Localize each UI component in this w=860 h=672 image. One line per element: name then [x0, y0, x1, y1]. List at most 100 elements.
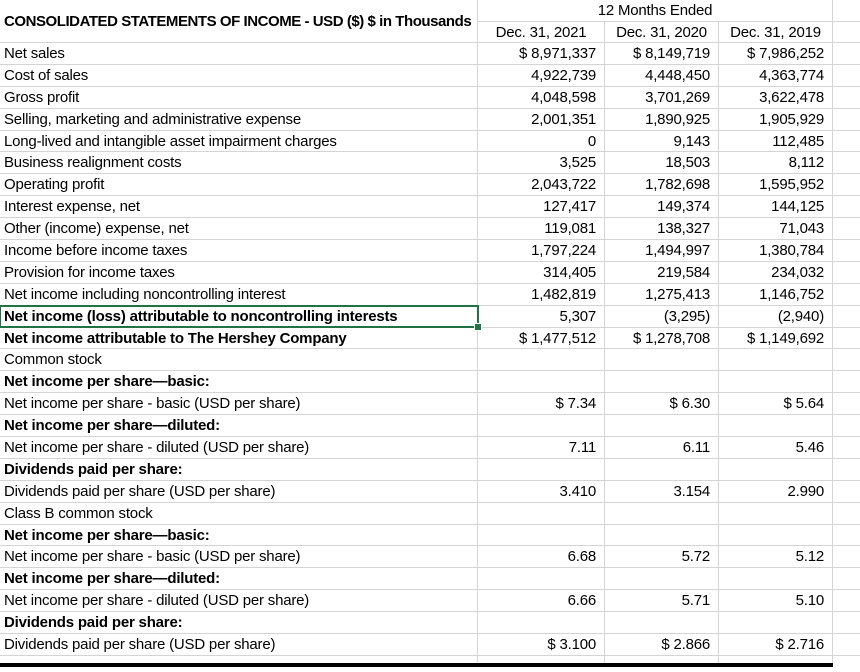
row-label-cell[interactable]: Operating profit — [0, 174, 478, 196]
empty-cell[interactable] — [833, 459, 860, 481]
empty-cell[interactable] — [833, 525, 860, 547]
value-cell[interactable]: $ 7,986,252 — [719, 43, 833, 65]
value-cell[interactable]: 7.11 — [478, 437, 605, 459]
row-label-cell[interactable]: Net income per share - diluted (USD per … — [0, 590, 478, 612]
empty-cell[interactable] — [833, 612, 860, 634]
value-cell[interactable] — [605, 459, 719, 481]
value-cell[interactable]: 5.71 — [605, 590, 719, 612]
value-cell[interactable]: 4,448,450 — [605, 65, 719, 87]
value-cell[interactable]: 2,001,351 — [478, 109, 605, 131]
row-label-cell[interactable]: Net income including noncontrolling inte… — [0, 284, 478, 306]
fill-handle[interactable] — [474, 323, 482, 331]
row-label-cell[interactable]: Dividends paid per share (USD per share) — [0, 481, 478, 503]
value-cell[interactable] — [605, 503, 719, 525]
row-label-cell[interactable]: Net income per share—diluted: — [0, 415, 478, 437]
row-label-cell[interactable]: Gross profit — [0, 87, 478, 109]
column-header-2020[interactable]: Dec. 31, 2020 — [605, 22, 719, 43]
value-cell[interactable]: 4,363,774 — [719, 65, 833, 87]
column-header-2021[interactable]: Dec. 31, 2021 — [478, 22, 605, 43]
value-cell[interactable]: 219,584 — [605, 262, 719, 284]
empty-cell[interactable] — [833, 328, 860, 350]
title-cell[interactable]: CONSOLIDATED STATEMENTS OF INCOME - USD … — [0, 0, 478, 43]
value-cell[interactable] — [478, 371, 605, 393]
value-cell[interactable] — [478, 612, 605, 634]
value-cell[interactable]: 2.990 — [719, 481, 833, 503]
row-label-cell[interactable]: Net income per share—basic: — [0, 525, 478, 547]
row-label-cell[interactable]: Dividends paid per share (USD per share) — [0, 634, 478, 656]
value-cell[interactable]: 5,307 — [478, 306, 605, 328]
empty-cell[interactable] — [833, 415, 860, 437]
value-cell[interactable]: $ 6.30 — [605, 393, 719, 415]
value-cell[interactable]: 3,525 — [478, 152, 605, 174]
row-label-cell[interactable]: Dividends paid per share: — [0, 612, 478, 634]
value-cell[interactable] — [478, 525, 605, 547]
row-label-cell[interactable]: Long-lived and intangible asset impairme… — [0, 131, 478, 153]
empty-cell[interactable] — [833, 262, 860, 284]
value-cell[interactable]: 149,374 — [605, 196, 719, 218]
empty-cell[interactable] — [833, 546, 860, 568]
empty-cell[interactable] — [833, 306, 860, 328]
value-cell[interactable]: 127,417 — [478, 196, 605, 218]
value-cell[interactable] — [478, 415, 605, 437]
value-cell[interactable] — [605, 612, 719, 634]
row-label-cell[interactable]: Provision for income taxes — [0, 262, 478, 284]
value-cell[interactable]: 3,622,478 — [719, 87, 833, 109]
row-label-cell[interactable]: Common stock — [0, 349, 478, 371]
value-cell[interactable] — [605, 568, 719, 590]
value-cell[interactable]: 71,043 — [719, 218, 833, 240]
row-label-cell[interactable]: Other (income) expense, net — [0, 218, 478, 240]
value-cell[interactable] — [605, 415, 719, 437]
value-cell[interactable] — [719, 459, 833, 481]
value-cell[interactable]: 8,112 — [719, 152, 833, 174]
row-label-cell[interactable]: Net income per share - basic (USD per sh… — [0, 546, 478, 568]
value-cell[interactable]: 1,275,413 — [605, 284, 719, 306]
empty-cell[interactable] — [833, 240, 860, 262]
empty-cell[interactable] — [833, 371, 860, 393]
value-cell[interactable]: 234,032 — [719, 262, 833, 284]
value-cell[interactable]: 1,482,819 — [478, 284, 605, 306]
value-cell[interactable]: $ 7.34 — [478, 393, 605, 415]
value-cell[interactable]: 119,081 — [478, 218, 605, 240]
value-cell[interactable]: 5.46 — [719, 437, 833, 459]
empty-cell[interactable] — [833, 503, 860, 525]
value-cell[interactable]: $ 1,477,512 — [478, 328, 605, 350]
value-cell[interactable] — [478, 503, 605, 525]
value-cell[interactable]: 4,922,739 — [478, 65, 605, 87]
row-label-cell[interactable]: Selling, marketing and administrative ex… — [0, 109, 478, 131]
value-cell[interactable]: 1,146,752 — [719, 284, 833, 306]
value-cell[interactable]: (2,940) — [719, 306, 833, 328]
value-cell[interactable]: $ 2.866 — [605, 634, 719, 656]
value-cell[interactable]: $ 8,971,337 — [478, 43, 605, 65]
value-cell[interactable]: $ 1,149,692 — [719, 328, 833, 350]
value-cell[interactable]: 144,125 — [719, 196, 833, 218]
value-cell[interactable] — [719, 349, 833, 371]
value-cell[interactable] — [605, 371, 719, 393]
empty-cell[interactable] — [833, 284, 860, 306]
empty-cell[interactable] — [833, 437, 860, 459]
empty-cell[interactable] — [833, 590, 860, 612]
value-cell[interactable]: $ 8,149,719 — [605, 43, 719, 65]
value-cell[interactable]: 6.11 — [605, 437, 719, 459]
value-cell[interactable] — [719, 503, 833, 525]
value-cell[interactable]: 1,782,698 — [605, 174, 719, 196]
value-cell[interactable]: $ 1,278,708 — [605, 328, 719, 350]
row-label-cell[interactable]: Dividends paid per share: — [0, 459, 478, 481]
value-cell[interactable]: 0 — [478, 131, 605, 153]
value-cell[interactable] — [719, 371, 833, 393]
empty-cell[interactable] — [833, 634, 860, 656]
value-cell[interactable]: 138,327 — [605, 218, 719, 240]
column-header-2019[interactable]: Dec. 31, 2019 — [719, 22, 833, 43]
empty-cell[interactable] — [833, 131, 860, 153]
empty-header-cell[interactable] — [833, 22, 860, 43]
row-label-cell[interactable]: Business realignment costs — [0, 152, 478, 174]
value-cell[interactable]: 5.10 — [719, 590, 833, 612]
row-label-cell[interactable]: Net income attributable to The Hershey C… — [0, 328, 478, 350]
empty-cell[interactable] — [833, 218, 860, 240]
value-cell[interactable] — [719, 525, 833, 547]
empty-cell[interactable] — [833, 196, 860, 218]
value-cell[interactable]: 18,503 — [605, 152, 719, 174]
value-cell[interactable]: $ 2.716 — [719, 634, 833, 656]
empty-cell[interactable] — [833, 87, 860, 109]
value-cell[interactable] — [719, 415, 833, 437]
value-cell[interactable] — [605, 349, 719, 371]
